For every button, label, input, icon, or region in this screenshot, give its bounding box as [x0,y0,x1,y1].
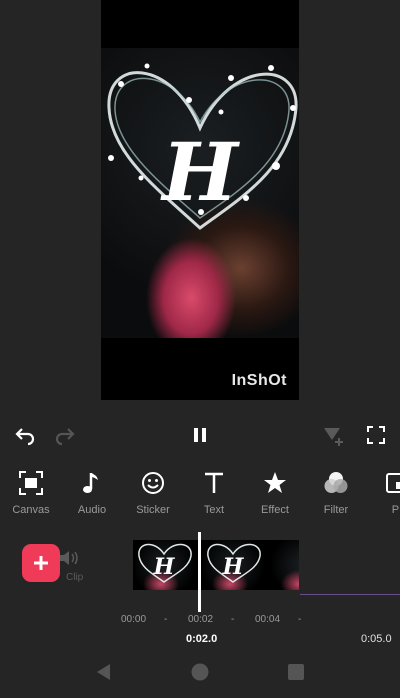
tool-audio[interactable]: Audio [62,462,122,530]
redo-button[interactable] [50,420,80,450]
current-time: 0:02.0 [186,633,218,645]
tool-label: Sticker [136,504,170,516]
star-icon [264,472,286,493]
total-duration: 0:05.0 [361,633,392,645]
smiley-icon [142,472,164,494]
keyframe-add-icon [324,428,343,446]
fullscreen-icon [367,426,385,444]
timeline[interactable]: Clip H H 00:00 - 00:02 - 00:04 - 0:02.0 … [0,532,400,652]
preview-area: H InShOt [0,0,400,410]
clip-thumbnail [271,540,299,590]
mute-clip-label: Clip [66,572,84,583]
time-tick: 00:00 [121,614,147,625]
thumb-letter: H [153,554,176,580]
heart-lights-graphic: H [107,63,298,230]
playhead[interactable] [198,532,201,612]
filter-icon [324,472,348,493]
fullscreen-button[interactable] [361,420,391,450]
tool-label: PI [391,504,400,516]
editing-toolbar: Canvas Audio Sticker Text Effect Filter … [0,462,400,530]
tool-filter[interactable]: Filter [306,462,366,530]
time-tick: - [298,614,302,625]
recents-square-icon [288,664,304,680]
add-clip-button[interactable] [22,544,60,582]
clip-thumbnail: H [133,540,195,590]
tool-effect[interactable]: Effect [245,462,305,530]
tool-label: Filter [323,504,349,516]
back-button[interactable] [93,661,115,683]
undo-icon [15,428,35,446]
tool-label: Audio [77,504,107,516]
tool-canvas[interactable]: Canvas [1,462,61,530]
mute-clip-toggle[interactable] [58,548,80,573]
home-circle-icon [191,663,209,681]
pause-icon [194,428,206,442]
video-preview[interactable]: H InShOt [101,0,299,400]
time-tick: 00:02 [188,614,214,625]
speaker-icon [60,551,78,565]
time-tick: 00:04 [255,614,281,625]
tool-label: Canvas [12,504,50,516]
undo-button[interactable] [10,420,40,450]
time-tick: - [164,614,168,625]
clip-thumbnail: H [202,540,264,590]
tool-sticker[interactable]: Sticker [123,462,183,530]
tool-text[interactable]: Text [184,462,244,530]
inshot-watermark[interactable]: InShOt [232,372,287,390]
video-frame-image: H [101,48,299,338]
pause-button[interactable] [185,420,215,450]
timeline-track-line [300,594,400,595]
text-icon [205,472,223,493]
system-nav-bar [0,652,400,698]
thumb-letter: H [222,554,245,580]
recents-button[interactable] [285,661,307,683]
keyframe-button[interactable] [318,420,348,450]
pip-icon [386,473,400,493]
overlay-letter: H [160,125,240,219]
music-note-icon [83,473,98,493]
canvas-icon [19,471,43,495]
tool-pip[interactable]: PI [367,462,400,530]
back-triangle-icon [97,664,110,680]
video-clip-track[interactable]: H H [133,540,299,590]
home-button[interactable] [189,661,211,683]
time-tick: - [231,614,235,625]
tool-label: Effect [261,504,289,516]
clip-thumbnail-graphic: H [138,543,192,583]
clip-thumbnail-graphic: H [207,543,261,583]
redo-icon [55,428,75,446]
plus-icon [34,556,48,570]
tool-label: Text [203,504,225,516]
